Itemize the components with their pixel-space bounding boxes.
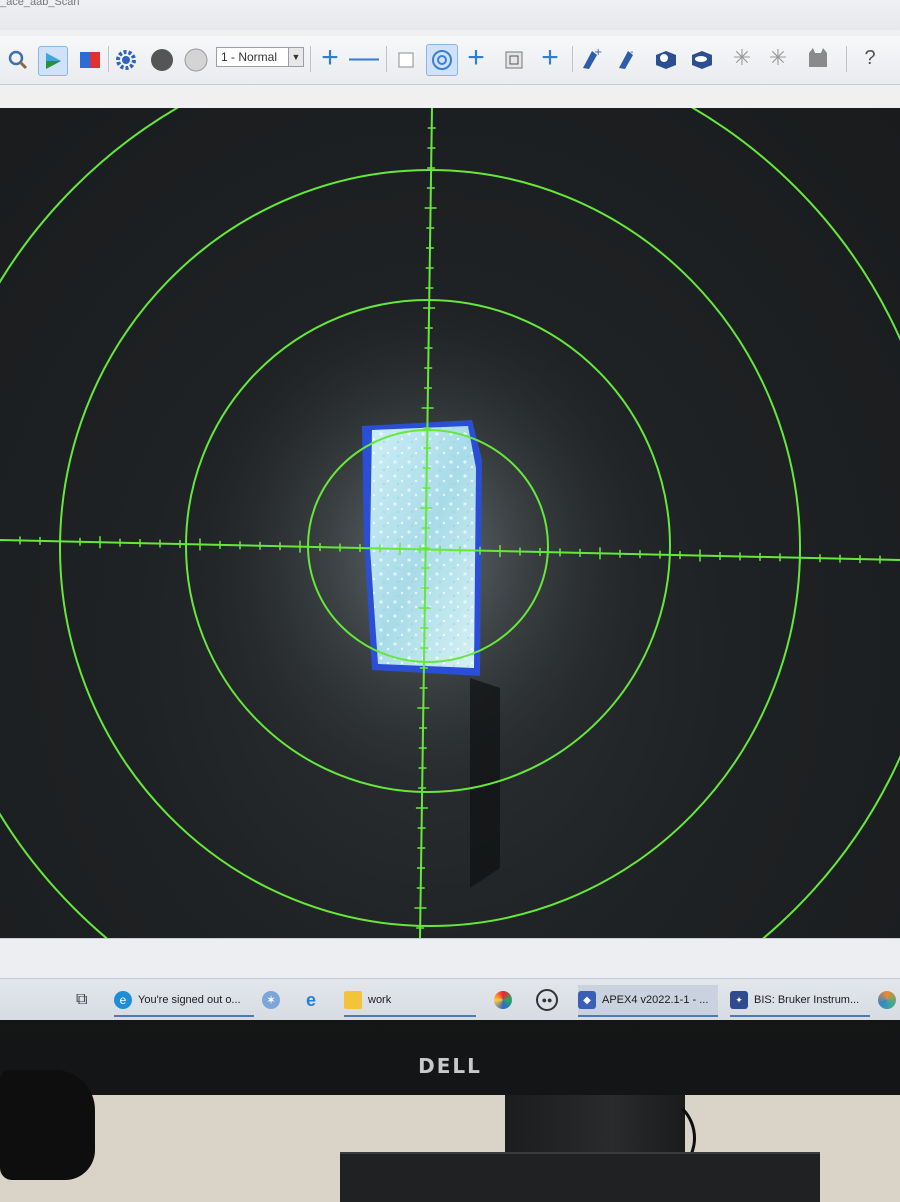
wand-remove-icon[interactable]: - [614, 44, 642, 72]
monitor-brand-logo: DELL [418, 1054, 482, 1078]
screen: _ace_aab_Scan 1 - Normal ▼ + — + + + - ✳… [0, 0, 900, 1020]
taskbar-item-app-swirl[interactable] [494, 985, 520, 1015]
taskbar-item-overflow[interactable] [878, 985, 900, 1015]
wand-add-icon[interactable]: + [578, 44, 606, 72]
chevron-down-icon[interactable]: ▼ [288, 48, 303, 66]
dark-circle-icon[interactable] [148, 46, 176, 74]
add-icon[interactable]: + [462, 41, 490, 74]
add-icon[interactable]: + [536, 41, 564, 74]
color-mode-icon[interactable] [76, 46, 104, 74]
cat-icon[interactable] [804, 44, 832, 72]
ie-icon: e [305, 989, 316, 1010]
desk-object [0, 1070, 95, 1180]
monitor-stand-base [340, 1152, 820, 1202]
taskbar-item-label: You're signed out o... [138, 994, 241, 1006]
toolbar-separator [846, 46, 847, 72]
app-swirl-icon [878, 991, 896, 1009]
taskbar-item-bis[interactable]: ✦ BIS: Bruker Instrum... [730, 985, 870, 1017]
folder-icon [344, 991, 362, 1009]
edge-icon: e [114, 991, 132, 1009]
taskbar-item-label: APEX4 v2022.1-1 - ... [602, 994, 709, 1006]
square-icon[interactable] [392, 46, 420, 74]
settings-gear-icon[interactable] [112, 46, 140, 74]
light-circle-icon[interactable] [182, 46, 210, 74]
taskbar-item-edge[interactable]: e You're signed out o... [114, 985, 254, 1017]
taskbar: ⧉ e You're signed out o... ✶ e work ●● ◆… [0, 978, 900, 1020]
taskbar-item-label: BIS: Bruker Instrum... [754, 994, 860, 1006]
help-icon[interactable]: ? [856, 44, 884, 72]
taskbar-item-network[interactable]: ✶ [262, 985, 286, 1015]
mode-select-value: 1 - Normal [221, 50, 278, 64]
bis-icon: ✦ [730, 991, 748, 1009]
line-icon[interactable]: — [349, 41, 379, 74]
apex-icon: ◆ [578, 991, 596, 1009]
app-dots-icon: ●● [536, 989, 558, 1011]
cube-add-icon[interactable] [652, 44, 680, 72]
target-icon[interactable] [426, 44, 458, 76]
taskbar-item-apex4[interactable]: ◆ APEX4 v2022.1-1 - ... [578, 985, 718, 1017]
window-title: _ace_aab_Scan [0, 0, 80, 8]
taskbar-item-work[interactable]: work [344, 985, 476, 1017]
toolbar-separator [108, 46, 109, 72]
toolbar-separator [386, 46, 387, 72]
task-view-icon[interactable]: ⧉ [76, 985, 98, 1015]
zoom-icon[interactable] [4, 46, 32, 74]
toolbar-separator [572, 46, 573, 72]
svg-text:+: + [594, 47, 602, 58]
network-icon: ✶ [262, 991, 280, 1009]
crystal-video-view[interactable] [0, 108, 900, 938]
taskbar-item-ie[interactable]: e [302, 985, 328, 1015]
title-bar: _ace_aab_Scan [0, 0, 900, 30]
svg-text:-: - [630, 47, 634, 58]
play-button[interactable] [38, 46, 68, 76]
sparkle-remove-icon[interactable]: ✳ [764, 44, 792, 72]
add-icon[interactable]: + [316, 41, 344, 74]
monitor: _ace_aab_Scan 1 - Normal ▼ + — + + + - ✳… [0, 0, 900, 1095]
status-bar [0, 938, 900, 979]
toolbar-separator [310, 46, 311, 72]
taskbar-item-app-dots[interactable]: ●● [536, 985, 562, 1015]
sparkle-add-icon[interactable]: ✳ [728, 44, 756, 72]
cube-remove-icon[interactable] [688, 44, 716, 72]
app-swirl-icon [494, 991, 512, 1009]
taskbar-item-label: work [368, 994, 392, 1006]
frame-icon[interactable] [500, 46, 528, 74]
mode-select[interactable]: 1 - Normal ▼ [216, 47, 304, 67]
